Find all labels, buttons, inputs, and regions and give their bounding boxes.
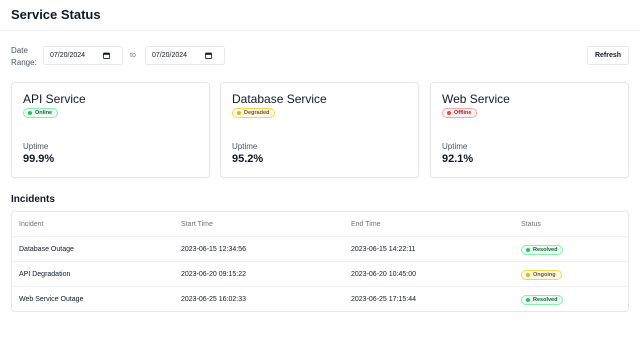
uptime-value: 99.9%	[23, 153, 55, 165]
column-header-status: Status	[521, 221, 541, 228]
from-date-input[interactable]: 07/20/2024	[43, 46, 123, 65]
status-dot-icon	[526, 297, 530, 302]
refresh-button[interactable]: Refresh	[587, 46, 629, 65]
uptime-value: 95.2%	[232, 153, 264, 165]
page-title: Service Status	[11, 7, 101, 22]
calendar-icon[interactable]	[103, 52, 110, 59]
incident-end-time: 2023-06-25 17:15:44	[351, 296, 416, 303]
status-badge: Resolved	[521, 294, 564, 305]
column-header-end-time: End Time	[351, 221, 381, 228]
status-badge: Degraded	[232, 108, 276, 118]
table-header-row: Incident Start Time End Time Status	[12, 212, 628, 237]
incident-end-time: 2023-06-20 10:45:00	[351, 271, 416, 278]
uptime-label: Uptime	[442, 142, 468, 151]
service-name: Web Service	[442, 92, 510, 106]
incident-status-cell: Ongoing	[521, 262, 562, 287]
table-row[interactable]: Database Outage 2023-06-15 12:34:56 2023…	[12, 237, 628, 262]
incident-start-time: 2023-06-15 12:34:56	[181, 246, 246, 253]
service-card-web: Web Service Offline Uptime 92.1%	[430, 82, 629, 178]
status-badge-label: Ongoing	[533, 271, 556, 278]
uptime-label: Uptime	[23, 142, 49, 151]
incidents-table: Incident Start Time End Time Status Data…	[11, 211, 629, 312]
incident-name: Web Service Outage	[19, 296, 84, 303]
status-badge: Online	[23, 108, 59, 118]
calendar-icon[interactable]	[205, 52, 212, 59]
status-badge: Ongoing	[521, 269, 562, 280]
date-range-label: Date Range:	[11, 46, 37, 67]
column-header-start-time: Start Time	[181, 221, 213, 228]
status-dot-icon	[526, 247, 530, 252]
status-badge-label: Resolved	[533, 296, 558, 303]
page-header: Service Status	[0, 0, 640, 31]
incident-status-cell: Resolved	[521, 287, 564, 312]
status-badge-label: Degraded	[244, 110, 270, 116]
status-badge: Resolved	[521, 244, 564, 255]
status-dot-icon	[447, 111, 451, 115]
service-name: Database Service	[232, 92, 327, 106]
status-dot-icon	[237, 111, 241, 115]
to-date-value: 07/20/2024	[152, 52, 188, 59]
to-label: to	[130, 52, 136, 59]
status-dot-icon	[526, 272, 530, 277]
incident-name: API Degradation	[19, 271, 71, 278]
status-badge-label: Resolved	[533, 246, 558, 253]
column-header-incident: Incident	[19, 221, 44, 228]
table-row[interactable]: API Degradation 2023-06-20 09:15:22 2023…	[12, 262, 628, 287]
service-card-database: Database Service Degraded Uptime 95.2%	[220, 82, 419, 178]
service-name: API Service	[23, 92, 86, 106]
uptime-value: 92.1%	[442, 153, 474, 165]
uptime-label: Uptime	[232, 142, 258, 151]
incidents-heading: Incidents	[11, 194, 55, 205]
incident-end-time: 2023-06-15 14:22:11	[351, 246, 416, 253]
service-card-api: API Service Online Uptime 99.9%	[11, 82, 210, 178]
status-badge-label: Online	[35, 110, 53, 116]
from-date-value: 07/20/2024	[50, 52, 86, 59]
incident-start-time: 2023-06-25 16:02:33	[181, 296, 246, 303]
incident-start-time: 2023-06-20 09:15:22	[181, 271, 246, 278]
status-badge-label: Offline	[454, 110, 472, 116]
to-date-input[interactable]: 07/20/2024	[145, 46, 225, 65]
incident-name: Database Outage	[19, 246, 74, 253]
incident-status-cell: Resolved	[521, 237, 564, 262]
status-badge: Offline	[442, 108, 478, 118]
status-dot-icon	[28, 111, 32, 115]
table-row[interactable]: Web Service Outage 2023-06-25 16:02:33 2…	[12, 287, 628, 312]
